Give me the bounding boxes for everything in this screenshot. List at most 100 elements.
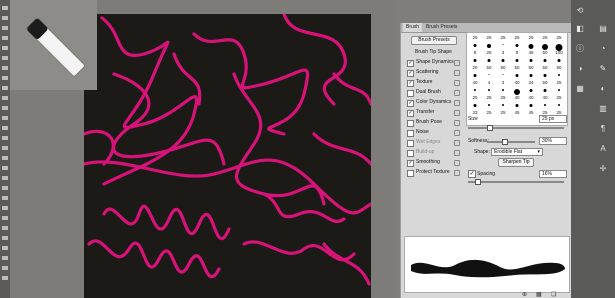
- tool-icon[interactable]: [2, 146, 8, 150]
- brush-tip-cell[interactable]: 4: [497, 72, 509, 86]
- tool-icon[interactable]: [2, 226, 8, 230]
- paragraph-icon[interactable]: ¶: [597, 124, 609, 134]
- brush-tip-cell[interactable]: 50: [539, 72, 551, 86]
- tool-icon[interactable]: [2, 136, 8, 140]
- brush-tip-cell[interactable]: 25: [553, 102, 565, 116]
- brush-tip-cell[interactable]: 50: [525, 57, 537, 71]
- lock-icon[interactable]: [454, 140, 460, 146]
- brush-tip-cell[interactable]: 40: [469, 72, 481, 86]
- brush-tip-cell[interactable]: 25: [497, 87, 509, 101]
- lock-icon[interactable]: [454, 160, 460, 166]
- lock-icon[interactable]: [454, 80, 460, 86]
- brush-presets-button[interactable]: Brush Presets: [411, 36, 457, 45]
- brush-option-item[interactable]: Protect Texture: [403, 168, 461, 177]
- tool-icon[interactable]: [2, 276, 8, 280]
- brush-tip-cell[interactable]: 50: [539, 57, 551, 71]
- brush-tip-cell[interactable]: 25: [539, 33, 551, 41]
- brush-option-item[interactable]: Brush Tip Shape: [403, 48, 461, 57]
- brush-tip-cell[interactable]: 25: [469, 33, 481, 41]
- option-checkbox[interactable]: [407, 170, 414, 177]
- brush-tip-cell[interactable]: 25: [483, 42, 495, 56]
- tool-icon[interactable]: [2, 156, 8, 160]
- tool-icon[interactable]: [2, 46, 8, 50]
- tool-icon[interactable]: [2, 216, 8, 220]
- brush-tip-cell[interactable]: 25: [483, 87, 495, 101]
- brush-option-item[interactable]: Wet Edges: [403, 138, 461, 147]
- brush-tip-cell[interactable]: 50: [483, 57, 495, 71]
- tool-icon[interactable]: [2, 6, 8, 10]
- spacing-field[interactable]: 16%: [539, 170, 567, 178]
- brush-tip-cell[interactable]: 25: [497, 33, 509, 41]
- tool-icon[interactable]: [2, 26, 8, 30]
- softness-field[interactable]: 30%: [539, 137, 567, 145]
- brush-tip-cell[interactable]: 50: [539, 42, 551, 56]
- brush-tip-cell[interactable]: 25: [497, 102, 509, 116]
- brush-option-item[interactable]: Noise: [403, 128, 461, 137]
- size-slider[interactable]: [468, 127, 564, 129]
- size-field[interactable]: 25 px: [539, 115, 567, 123]
- info-icon[interactable]: ⓘ: [574, 44, 586, 54]
- option-checkbox[interactable]: ✓: [407, 160, 414, 167]
- brush-tip-cell[interactable]: 50: [511, 57, 523, 71]
- brush-tip-cell[interactable]: 23: [469, 102, 481, 116]
- option-checkbox[interactable]: ✓: [407, 80, 414, 87]
- tool-icon[interactable]: [2, 106, 8, 110]
- tool-icon[interactable]: [2, 166, 8, 170]
- brush-tip-cell[interactable]: 100: [553, 42, 565, 56]
- new-brush-icon[interactable]: ❏: [551, 292, 559, 298]
- character-icon[interactable]: A: [597, 144, 609, 154]
- adjustments-icon[interactable]: ◐: [597, 84, 609, 94]
- brush-tip-cell[interactable]: 45: [525, 42, 537, 56]
- brush-tip-cell[interactable]: 50: [497, 57, 509, 71]
- brush-tip-cell[interactable]: 25: [483, 102, 495, 116]
- brush-option-item[interactable]: Build-up: [403, 148, 461, 157]
- lock-icon[interactable]: [454, 130, 460, 136]
- color-icon[interactable]: ◑: [574, 64, 586, 74]
- option-checkbox[interactable]: ✓: [407, 110, 414, 117]
- tool-icon[interactable]: [2, 256, 8, 260]
- option-checkbox[interactable]: [407, 130, 414, 137]
- tool-icon[interactable]: [2, 76, 8, 80]
- option-checkbox[interactable]: [407, 150, 414, 157]
- styles-icon[interactable]: ▥: [597, 104, 609, 114]
- brush-tip-cell[interactable]: 25: [511, 33, 523, 41]
- tool-icon[interactable]: [2, 36, 8, 40]
- tool-icon[interactable]: [2, 126, 8, 130]
- option-checkbox[interactable]: ✓: [407, 70, 414, 77]
- tool-icon[interactable]: [2, 236, 8, 240]
- tool-icon[interactable]: [2, 116, 8, 120]
- option-checkbox[interactable]: [407, 120, 414, 127]
- tool-icon[interactable]: [2, 266, 8, 270]
- brush-tip-cell[interactable]: 40: [511, 87, 523, 101]
- brush-tip-cell[interactable]: 9: [511, 42, 523, 56]
- brush-tip-cell[interactable]: 40: [511, 72, 523, 86]
- option-checkbox[interactable]: ✓: [407, 60, 414, 67]
- spacing-slider-knob[interactable]: [475, 179, 481, 185]
- spacing-slider[interactable]: [468, 181, 564, 183]
- paths-icon[interactable]: ✎: [597, 64, 609, 74]
- brush-tip-grid[interactable]: 25 25 25 25 25 25 25 9 25 3 9 45 50 100 20 50 50 50 50 50 50…: [466, 32, 568, 126]
- lock-icon[interactable]: [454, 100, 460, 106]
- history-icon[interactable]: ⟲: [574, 6, 586, 16]
- brush-tip-cell[interactable]: 25: [483, 33, 495, 41]
- brush-option-item[interactable]: ✓ Transfer: [403, 108, 461, 117]
- lock-icon[interactable]: [454, 90, 460, 96]
- brush-option-item[interactable]: ✓ Smoothing: [403, 158, 461, 167]
- brush-tip-cell[interactable]: 40: [539, 87, 551, 101]
- brush-tip-cell[interactable]: 3: [497, 42, 509, 56]
- tool-icon[interactable]: [2, 16, 8, 20]
- softness-slider[interactable]: [487, 141, 535, 143]
- brush-tip-cell[interactable]: 25: [553, 72, 565, 86]
- brush-tip-cell[interactable]: 45: [525, 102, 537, 116]
- brush-tip-cell[interactable]: 25: [525, 33, 537, 41]
- lock-icon[interactable]: [454, 150, 460, 156]
- shape-dropdown[interactable]: Erodible Flat ▾: [491, 148, 543, 156]
- lock-icon[interactable]: [454, 170, 460, 176]
- lock-icon[interactable]: [454, 110, 460, 116]
- brush-tip-cell[interactable]: 25: [469, 87, 481, 101]
- grid-icon[interactable]: ▦: [536, 292, 544, 298]
- brush-tip-cell[interactable]: 25: [553, 33, 565, 41]
- brush-option-item[interactable]: ✓ Scattering: [403, 68, 461, 77]
- swatches-icon[interactable]: ▦: [574, 84, 586, 94]
- lock-icon[interactable]: [454, 70, 460, 76]
